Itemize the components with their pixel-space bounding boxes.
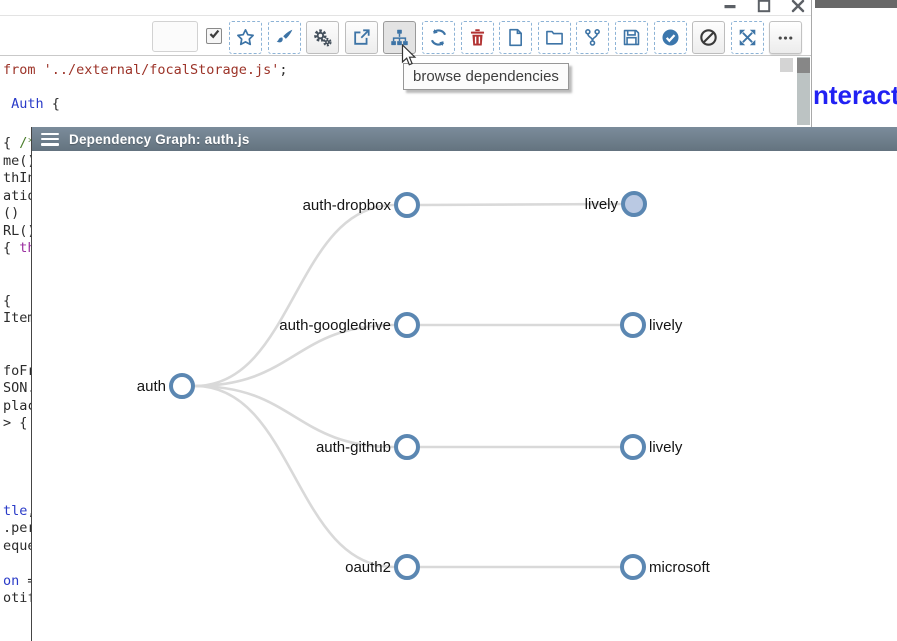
- panel-header[interactable]: Dependency Graph: auth.js: [32, 127, 897, 151]
- graph-node-auth[interactable]: [171, 375, 193, 397]
- toolbar-checkbox[interactable]: [206, 28, 222, 44]
- toolbar-button-accept[interactable]: [654, 21, 687, 54]
- graph-node-auth-github[interactable]: [396, 436, 418, 458]
- expand-icon: [738, 28, 757, 47]
- graph-node-label: lively: [649, 439, 683, 456]
- tooltip: browse dependencies: [403, 63, 569, 90]
- code-line: {: [3, 293, 11, 310]
- scrollbar-thumb[interactable]: [797, 58, 810, 73]
- vertical-scrollbar[interactable]: [797, 57, 810, 125]
- refresh-icon: [429, 28, 448, 47]
- gears-icon: [313, 28, 332, 47]
- toolbar-button-refresh[interactable]: [422, 21, 455, 54]
- toolbar-button-more[interactable]: [769, 21, 802, 54]
- graph-node-oauth2[interactable]: [396, 556, 418, 578]
- toolbar-button-open-folder[interactable]: [538, 21, 571, 54]
- background-heading-text: nteractiv: [813, 80, 897, 111]
- no-entry-icon: [699, 28, 718, 47]
- toolbar-button-cancel[interactable]: [692, 21, 725, 54]
- graph-node-auth-dropbox[interactable]: [396, 194, 418, 216]
- toolbar-button-new-file[interactable]: [499, 21, 532, 54]
- graph-node-label: auth-github: [316, 439, 391, 456]
- floppy-icon: [622, 28, 641, 47]
- graph-node-label: auth-googledrive: [279, 317, 391, 334]
- graph-edge: [195, 205, 394, 386]
- ellipsis-icon: [776, 28, 795, 47]
- graph-node-label: auth-dropbox: [303, 197, 392, 214]
- graph-node-label: oauth2: [345, 559, 391, 576]
- external-link-icon: [352, 28, 371, 47]
- toolbar-button-open-external[interactable]: [345, 21, 378, 54]
- code-line: from '../external/focalStorage.js';: [3, 62, 287, 79]
- code-line: Auth {: [3, 96, 60, 113]
- checkmark-icon: [208, 27, 221, 45]
- toolbar-button-paintbrush[interactable]: [268, 21, 301, 54]
- scrollbar-corner: [780, 58, 793, 72]
- graph-node-lively-1[interactable]: [623, 193, 645, 215]
- toolbar-button-star[interactable]: [229, 21, 262, 54]
- trash-icon: [468, 28, 487, 47]
- paintbrush-icon: [275, 28, 294, 47]
- folder-icon: [545, 28, 564, 47]
- mouse-cursor-icon: [401, 44, 418, 73]
- graph-node-label: auth: [137, 378, 166, 395]
- graph-node-microsoft[interactable]: [622, 556, 644, 578]
- graph-node-lively-3[interactable]: [622, 436, 644, 458]
- graph-node-label: microsoft: [649, 559, 711, 576]
- graph-edge: [195, 386, 394, 447]
- toolbar-button-expand[interactable]: [731, 21, 764, 54]
- graph-edge: [195, 325, 394, 386]
- panel-title: Dependency Graph: auth.js: [69, 132, 250, 147]
- close-button[interactable]: [790, 1, 806, 16]
- toolbar-button-settings[interactable]: [306, 21, 339, 54]
- file-icon: [506, 28, 525, 47]
- toolbar-button-git-branch[interactable]: [576, 21, 609, 54]
- dependency-graph-panel: Dependency Graph: auth.js auth auth-dropb…: [31, 127, 897, 641]
- menu-icon[interactable]: [41, 133, 59, 146]
- toolbar-button-delete[interactable]: [461, 21, 494, 54]
- star-icon: [236, 28, 255, 47]
- toolbar-button-save[interactable]: [615, 21, 648, 54]
- graph-node-label: lively: [585, 196, 619, 213]
- graph-node-auth-googledrive[interactable]: [396, 314, 418, 336]
- window-controls: [714, 0, 810, 16]
- git-branch-icon: [583, 28, 602, 47]
- background-window-strip: [815, 0, 897, 8]
- graph-node-lively-2[interactable]: [622, 314, 644, 336]
- minimize-button[interactable]: [722, 1, 738, 16]
- code-line: > {: [3, 415, 27, 432]
- screen: nteractiv: [0, 0, 897, 641]
- check-circle-icon: [661, 28, 680, 47]
- graph-node-label: lively: [649, 317, 683, 334]
- maximize-button[interactable]: [756, 1, 772, 16]
- code-line: (): [3, 205, 27, 222]
- input-fragment[interactable]: [152, 21, 198, 52]
- graph-edge: [195, 386, 394, 567]
- tooltip-text: browse dependencies: [413, 68, 559, 85]
- dependency-graph: auth auth-dropbox auth-googledrive auth-git…: [32, 151, 897, 641]
